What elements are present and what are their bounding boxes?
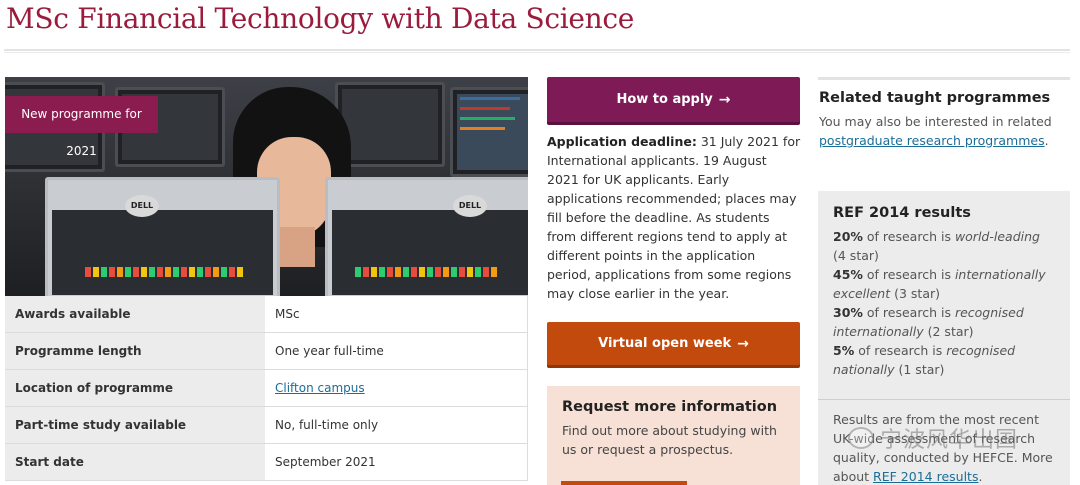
- how-to-apply-label: How to apply: [616, 92, 713, 107]
- fact-value: September 2021: [265, 444, 528, 480]
- table-row: Start date September 2021: [5, 444, 528, 481]
- related-divider: [818, 77, 1070, 80]
- fact-value: MSc: [265, 296, 528, 332]
- fact-label: Location of programme: [5, 370, 265, 406]
- application-deadline-text: Application deadline: 31 July 2021 for I…: [547, 132, 801, 303]
- deadline-body: 31 July 2021 for International applicant…: [547, 134, 801, 301]
- request-info-panel: Request more information Find out more a…: [547, 386, 800, 485]
- watermark-text: 宁波风华出国: [880, 428, 1019, 453]
- related-programmes: Related taught programmes You may also b…: [819, 90, 1071, 150]
- title-divider-secondary: [4, 52, 1070, 53]
- table-row: Location of programme Clifton campus: [5, 370, 528, 407]
- screen-data-bar: [460, 127, 505, 130]
- virtual-open-week-label: Virtual open week: [598, 336, 732, 351]
- screen-data-bar: [460, 117, 515, 120]
- table-row: Programme length One year full-time: [5, 333, 528, 370]
- watermark: 宁波风华出国: [848, 418, 1068, 458]
- arrow-right-icon: →: [718, 91, 731, 108]
- dell-logo-right: DELL: [453, 195, 487, 217]
- how-to-apply-button[interactable]: How to apply →: [547, 77, 800, 122]
- postgraduate-research-link[interactable]: postgraduate research programmes: [819, 133, 1045, 148]
- ref-2014-results-link[interactable]: REF 2014 results: [873, 469, 978, 484]
- related-heading: Related taught programmes: [819, 90, 1051, 106]
- dell-logo: DELL: [125, 195, 159, 217]
- request-info-heading: Request more information: [562, 399, 778, 415]
- fact-value: No, full-time only: [265, 407, 528, 443]
- programme-facts-table: Awards available MSc Programme length On…: [5, 296, 528, 481]
- ref-result-line: 5% of research is recognised nationally …: [833, 343, 1016, 377]
- new-programme-badge: New programme for 2021: [5, 96, 158, 158]
- table-row: Awards available MSc: [5, 296, 528, 333]
- fact-label: Start date: [5, 444, 265, 480]
- student-neck: [275, 227, 315, 267]
- table-row: Part-time study available No, full-time …: [5, 407, 528, 444]
- ref-result-line: 20% of research is world-leading (4 star…: [833, 229, 1040, 263]
- ref-result-line: 30% of research is recognised internatio…: [833, 305, 1024, 339]
- ref-divider: [818, 399, 1070, 400]
- title-divider: [4, 49, 1070, 51]
- wechat-icon: [848, 427, 874, 449]
- deadline-heading: Application deadline:: [547, 134, 697, 149]
- fact-value: One year full-time: [265, 333, 528, 369]
- related-text: You may also be interested in related po…: [819, 114, 1052, 148]
- arrow-right-icon: →: [737, 335, 749, 352]
- request-info-text: Find out more about studying with us or …: [562, 423, 777, 457]
- fact-label: Part-time study available: [5, 407, 265, 443]
- ref-heading: REF 2014 results: [833, 205, 971, 221]
- keyboard-lights: [85, 262, 275, 292]
- screen-data-bar: [460, 107, 510, 110]
- fact-value: Clifton campus: [265, 370, 528, 406]
- monitor-back-far-right: [450, 87, 528, 177]
- page-title: MSc Financial Technology with Data Scien…: [6, 2, 635, 35]
- request-info-button[interactable]: [561, 481, 687, 485]
- ref-result-line: 45% of research is internationally excel…: [833, 267, 1046, 301]
- clifton-campus-link[interactable]: Clifton campus: [275, 381, 365, 395]
- fact-label: Awards available: [5, 296, 265, 332]
- virtual-open-week-button[interactable]: Virtual open week →: [547, 322, 800, 365]
- monitor-back-right: [335, 82, 445, 167]
- fact-label: Programme length: [5, 333, 265, 369]
- screen-data-bar: [460, 97, 520, 100]
- keyboard-lights-right: [355, 262, 528, 292]
